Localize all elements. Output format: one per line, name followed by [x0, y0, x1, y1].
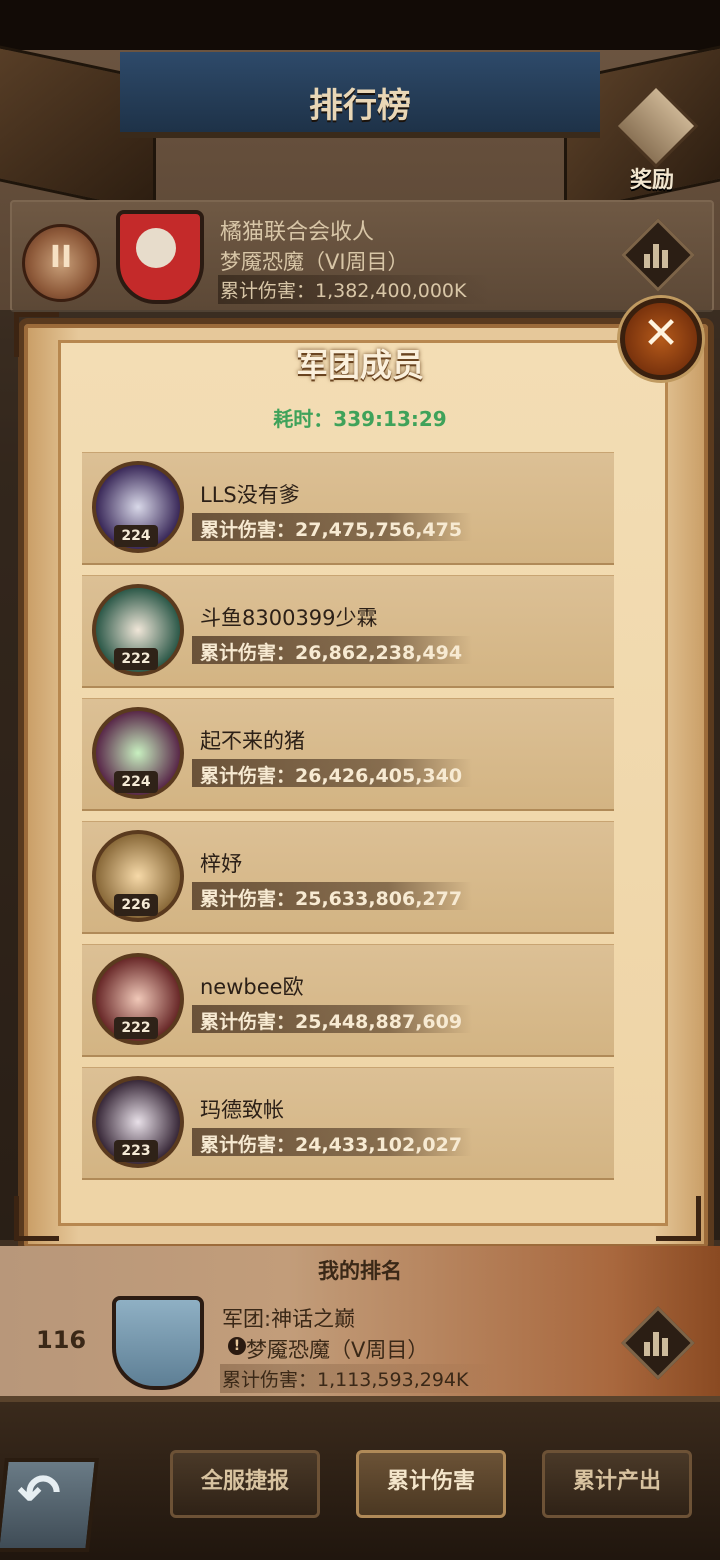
reward-button[interactable]: 奖励 — [604, 83, 700, 200]
reward-label: 奖励 — [629, 168, 674, 193]
top-guild-name: 橘猫联合会收人 — [220, 220, 375, 245]
tab-total-damage[interactable]: 累计伤害 — [356, 1450, 506, 1518]
tab-server-news[interactable]: 全服捷报 — [170, 1450, 320, 1518]
member-damage: 累计伤害：26,426,405,340 — [200, 765, 463, 787]
my-damage: 累计伤害：1,113,593,294K — [220, 1364, 499, 1393]
status-bar — [0, 0, 720, 50]
member-name: LLS没有爹 — [200, 483, 300, 507]
member-damage: 累计伤害：26,862,238,494 — [200, 642, 463, 664]
level-badge: 222 — [114, 1017, 158, 1039]
warning-icon: ! — [228, 1337, 246, 1355]
elapsed-time: 耗时：339:13:29 — [0, 403, 720, 432]
screen: 排行榜 奖励 II 橘猫联合会收人 梦魇恐魔（VI周目） 累计伤害：1,382,… — [0, 0, 720, 1560]
level-badge: 223 — [114, 1140, 158, 1162]
member-name: newbee欧 — [200, 975, 304, 999]
back-arrow-icon: ↶ — [17, 1464, 61, 1524]
tab-total-output[interactable]: 累计产出 — [542, 1450, 692, 1518]
emblem-dragon-icon — [136, 228, 176, 268]
list-item[interactable]: 222 newbee欧 累计伤害：25,448,887,609 — [82, 944, 614, 1057]
bar-chart-icon — [644, 238, 668, 268]
elapsed-value: 339:13:29 — [333, 407, 447, 431]
close-icon: ✕ — [642, 308, 680, 359]
list-item[interactable]: 223 玛德致帐 累计伤害：24,433,102,027 — [82, 1067, 614, 1180]
reward-chest-icon — [613, 83, 699, 169]
member-list[interactable]: 224 LLS没有爹 累计伤害：27,475,756,475 222 斗鱼830… — [82, 452, 614, 1192]
list-item[interactable]: 226 梓妤 累计伤害：25,633,806,277 — [82, 821, 614, 934]
member-damage: 累计伤害：25,633,806,277 — [200, 888, 463, 910]
level-badge: 222 — [114, 648, 158, 670]
list-item[interactable]: 224 起不来的猪 累计伤害：26,426,405,340 — [82, 698, 614, 811]
top-damage: 累计伤害：1,382,400,000K — [218, 275, 491, 304]
level-badge: 224 — [114, 525, 158, 547]
top-boss-name: 梦魇恐魔（VI周目） — [220, 250, 409, 274]
level-badge: 224 — [114, 771, 158, 793]
elapsed-label: 耗时： — [273, 407, 334, 431]
member-name: 斗鱼8300399少霖 — [200, 606, 378, 630]
member-damage: 累计伤害：27,475,756,475 — [200, 519, 463, 541]
level-badge: 226 — [114, 894, 158, 916]
rank-medal-text: II — [49, 240, 73, 275]
modal-title: 军团成员 — [295, 346, 424, 384]
member-name: 起不来的猪 — [200, 729, 305, 753]
list-item[interactable]: 222 斗鱼8300399少霖 累计伤害：26,862,238,494 — [82, 575, 614, 688]
member-name: 梓妤 — [200, 852, 242, 876]
my-rank-header: 我的排名 — [318, 1259, 402, 1283]
member-name: 玛德致帐 — [200, 1098, 284, 1122]
my-guild-emblem-icon — [112, 1296, 204, 1390]
my-boss-name: 梦魇恐魔（V周目） — [246, 1338, 429, 1362]
bar-chart-icon — [644, 1326, 668, 1356]
member-damage: 累计伤害：25,448,887,609 — [200, 1011, 463, 1033]
my-guild-name: 军团:神话之巅 — [222, 1307, 356, 1331]
list-item[interactable]: 224 LLS没有爹 累计伤害：27,475,756,475 — [82, 452, 614, 565]
my-rank-number: 116 — [36, 1326, 87, 1354]
member-damage: 累计伤害：24,433,102,027 — [200, 1134, 463, 1156]
frame-corner-bl — [14, 1196, 59, 1241]
